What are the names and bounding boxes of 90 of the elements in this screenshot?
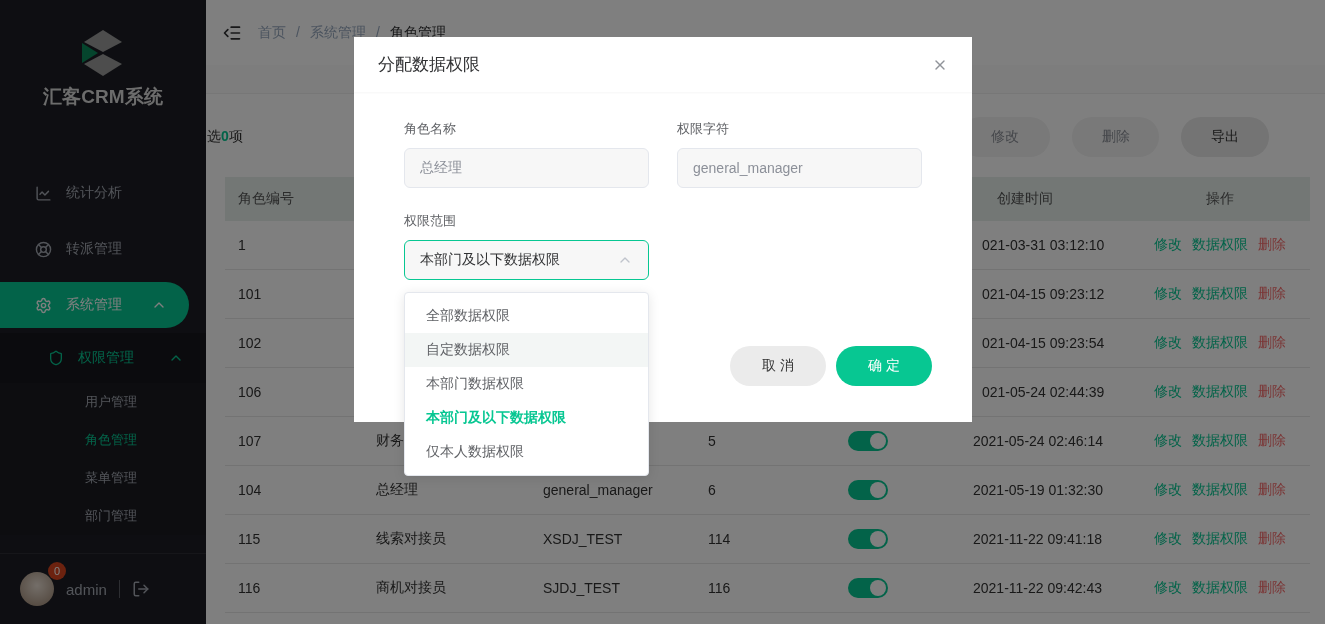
avatar[interactable] (20, 572, 54, 606)
table-cell: 财务 (376, 432, 404, 448)
table-cell: 021-04-15 09:23:12 (982, 286, 1105, 302)
select-field[interactable]: 本部门及以下数据权限 (404, 240, 649, 280)
row-action-link[interactable]: 数据权限 (1192, 334, 1248, 352)
confirm-button[interactable]: 确 定 (836, 346, 932, 386)
dropdown-option[interactable]: 本部门及以下数据权限 (405, 401, 648, 435)
table-cell: 2021-05-19 01:32:30 (973, 482, 1103, 498)
row-action-link[interactable]: 修改 (1154, 579, 1182, 597)
row-action-link[interactable]: 数据权限 (1192, 432, 1248, 450)
column-header: 操作 (1206, 190, 1234, 206)
notification-badge: 0 (48, 562, 66, 580)
table-cell: 107 (238, 433, 262, 449)
row-action-link[interactable]: 修改 (1154, 432, 1182, 450)
sidebar-item[interactable]: 系统管理 (0, 282, 189, 328)
table-cell: 线索对接员 (376, 530, 446, 546)
table-cell: XSDJ_TEST (543, 531, 623, 547)
row-action-link[interactable]: 修改 (1154, 334, 1182, 352)
table-cell: 114 (708, 531, 731, 547)
toolbar-button[interactable]: 导出 (1181, 117, 1269, 157)
user-name: admin (66, 580, 107, 598)
menu-item-icon (35, 184, 52, 202)
table-cell: 2021-11-22 09:42:43 (973, 580, 1102, 596)
sidebar-item[interactable]: 转派管理 (0, 221, 206, 277)
input-field[interactable]: general_manager (677, 148, 922, 188)
column-header: 角色编号 (238, 190, 294, 206)
row-action-link[interactable]: 删除 (1258, 236, 1286, 254)
row-action-link[interactable]: 修改 (1154, 481, 1182, 499)
table-cell: 106 (238, 384, 262, 400)
table-cell: 总经理 (376, 481, 418, 497)
row-action-link[interactable]: 修改 (1154, 236, 1182, 254)
row-action-link[interactable]: 删除 (1258, 579, 1286, 597)
row-action-link[interactable]: 删除 (1258, 530, 1286, 548)
table-cell: 116 (238, 580, 261, 596)
row-action-link[interactable]: 修改 (1154, 383, 1182, 401)
row-action-link[interactable]: 数据权限 (1192, 481, 1248, 499)
status-switch[interactable] (848, 480, 888, 500)
table-cell: 021-05-24 02:44:39 (982, 384, 1105, 400)
status-switch[interactable] (848, 578, 888, 598)
dropdown-option[interactable]: 仅本人数据权限 (405, 435, 648, 469)
row-action-link[interactable]: 数据权限 (1192, 579, 1248, 597)
table-cell: 021-04-15 09:23:54 (982, 335, 1105, 351)
selection-count: 选0项 (207, 128, 243, 146)
table-cell: 021-03-31 03:12:10 (982, 237, 1105, 253)
row-action-link[interactable]: 数据权限 (1192, 383, 1248, 401)
dialog-title: 分配数据权限 (378, 54, 480, 76)
table-cell: 104 (238, 482, 262, 498)
row-action-link[interactable]: 删除 (1258, 481, 1286, 499)
row-action-link[interactable]: 修改 (1154, 285, 1182, 303)
row-action-link[interactable]: 数据权限 (1192, 236, 1248, 254)
menu-item-icon (35, 296, 52, 314)
table-cell: 116 (708, 580, 731, 596)
table-cell: 2021-05-24 02:46:14 (973, 433, 1103, 449)
field-label: 权限字符 (677, 120, 730, 138)
row-action-link[interactable]: 数据权限 (1192, 285, 1248, 303)
table-cell: 102 (238, 335, 262, 351)
row-action-link[interactable]: 删除 (1258, 285, 1286, 303)
row-action-link[interactable]: 修改 (1154, 530, 1182, 548)
sidebar-item[interactable]: 统计分析 (0, 165, 206, 221)
submenu-item[interactable]: 权限管理 (0, 333, 206, 383)
dropdown-option[interactable]: 全部数据权限 (405, 299, 648, 333)
table-cell: 115 (238, 531, 261, 547)
dropdown-option[interactable]: 自定数据权限 (405, 333, 648, 367)
row-action-link[interactable]: 删除 (1258, 383, 1286, 401)
table-cell: 5 (708, 433, 716, 449)
table-cell: 1 (238, 237, 246, 253)
status-switch[interactable] (848, 529, 888, 549)
table-cell: 2021-11-22 09:41:18 (973, 531, 1102, 547)
menu-item-icon (35, 240, 52, 258)
dropdown-option[interactable]: 本部门数据权限 (405, 367, 648, 401)
cancel-button[interactable]: 取 消 (730, 346, 826, 386)
shield-icon (48, 350, 64, 366)
field-label: 权限范围 (404, 212, 457, 230)
status-switch[interactable] (848, 431, 888, 451)
input-field[interactable]: 总经理 (404, 148, 649, 188)
table-cell: 101 (238, 286, 262, 302)
table-cell: 商机对接员 (376, 579, 446, 595)
brand-title: 汇客CRM系统 (43, 85, 163, 109)
breadcrumb-separator: / (296, 23, 300, 42)
row-action-link[interactable]: 删除 (1258, 432, 1286, 450)
table-cell: 6 (708, 482, 716, 498)
field-label: 角色名称 (404, 120, 457, 138)
breadcrumb-separator: / (375, 23, 380, 42)
table-cell: general_manager (543, 482, 653, 498)
row-action-link[interactable]: 数据权限 (1192, 530, 1248, 548)
row-action-link[interactable]: 删除 (1258, 334, 1286, 352)
logout-icon[interactable] (131, 580, 150, 598)
logo-icon (82, 30, 124, 76)
table-cell: SJDJ_TEST (543, 580, 620, 596)
column-header: 创建时间 (997, 190, 1053, 206)
